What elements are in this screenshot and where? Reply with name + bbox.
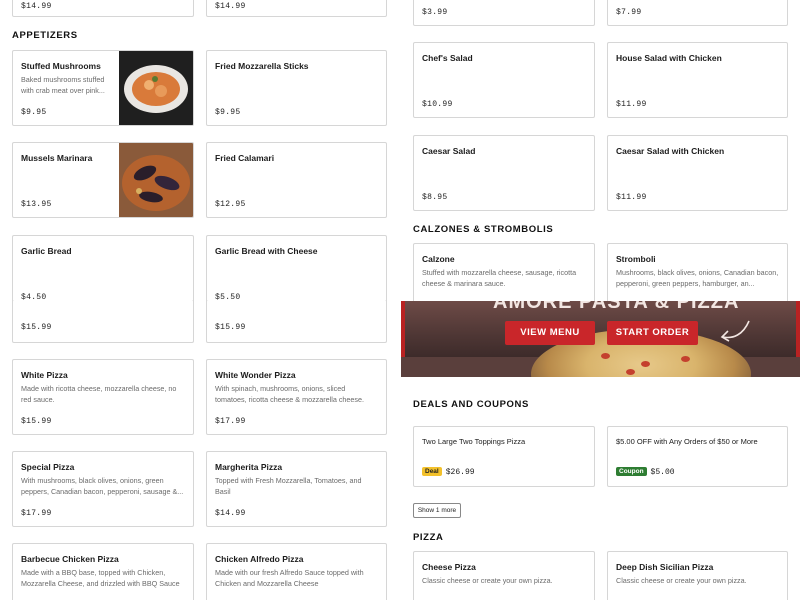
- deal-badge: Deal: [422, 467, 442, 477]
- item-title: Garlic Bread with Cheese: [215, 246, 318, 256]
- section-heading-appetizers: APPETIZERS: [12, 30, 78, 41]
- menu-item-card[interactable]: $7.99: [607, 0, 788, 26]
- item-price: $7.99: [616, 8, 642, 17]
- menu-item-card[interactable]: White Wonder Pizza With spinach, mushroo…: [206, 359, 387, 435]
- item-description: With mushrooms, black olives, onions, gr…: [21, 476, 184, 496]
- menu-item-card[interactable]: Chicken Alfredo Pizza Made with our fres…: [206, 543, 387, 600]
- item-title: Fried Calamari: [215, 153, 275, 163]
- menu-item-card[interactable]: Deep Dish Sicilian Pizza Classic cheese …: [607, 551, 788, 600]
- item-description: Made with our fresh Alfredo Sauce topped…: [215, 568, 364, 588]
- item-title: Special Pizza: [21, 462, 75, 472]
- menu-item-card[interactable]: $15.99: [206, 300, 387, 343]
- item-title: Barbecue Chicken Pizza: [21, 554, 119, 564]
- menu-item-card[interactable]: Fried Mozzarella Sticks $9.95: [206, 50, 387, 126]
- menu-item-card[interactable]: Special Pizza With mushrooms, black oliv…: [12, 451, 194, 527]
- item-price: $11.99: [616, 100, 647, 109]
- promo-edge: [796, 301, 800, 357]
- menu-item-card[interactable]: Barbecue Chicken Pizza Made with a BBQ b…: [12, 543, 194, 600]
- item-price: $14.99: [21, 2, 52, 11]
- item-description: Stuffed with mozzarella cheese, sausage,…: [422, 268, 577, 288]
- item-price: $15.99: [21, 323, 52, 332]
- item-price: $17.99: [215, 417, 246, 426]
- menu-item-card[interactable]: Cheese Pizza Classic cheese or create yo…: [413, 551, 595, 600]
- promo-banner: AMORE PASTA & PIZZA VIEW MENU START ORDE…: [401, 301, 800, 377]
- pizza-topping: [681, 356, 690, 362]
- view-menu-button[interactable]: VIEW MENU: [505, 321, 595, 345]
- section-heading-pizza: PIZZA: [413, 532, 444, 543]
- item-price: $14.99: [215, 2, 246, 11]
- item-description: Made with a BBQ base, topped with Chicke…: [21, 568, 180, 588]
- menu-item-card[interactable]: Caesar Salad $8.95: [413, 135, 595, 211]
- item-price: $15.99: [21, 417, 52, 426]
- promo-headline: AMORE PASTA & PIZZA: [493, 301, 740, 313]
- item-photo: [119, 143, 193, 217]
- promo-edge: [401, 301, 405, 357]
- item-title: Chef's Salad: [422, 53, 473, 63]
- menu-item-card[interactable]: $3.99: [413, 0, 595, 26]
- section-heading-calzones: CALZONES & STROMBOLIS: [413, 224, 554, 235]
- menu-item-card[interactable]: Caesar Salad with Chicken $11.99: [607, 135, 788, 211]
- menu-item-card[interactable]: $14.99: [206, 0, 387, 17]
- menu-item-card[interactable]: $14.99: [12, 0, 194, 17]
- item-description: Classic cheese or create your own pizza.: [616, 576, 747, 585]
- item-price: $13.95: [21, 200, 52, 209]
- menu-item-card[interactable]: $15.99: [12, 300, 194, 343]
- deal-card[interactable]: Two Large Two Toppings Pizza Deal $26.99: [413, 426, 595, 487]
- deal-price: $26.99: [445, 468, 475, 477]
- item-title: Garlic Bread: [21, 246, 72, 256]
- item-title: Fried Mozzarella Sticks: [215, 61, 309, 71]
- item-title: Stuffed Mushrooms: [21, 61, 101, 71]
- section-heading-deals: DEALS AND COUPONS: [413, 399, 529, 410]
- start-order-button[interactable]: START ORDER: [607, 321, 698, 345]
- item-price: $11.99: [616, 193, 647, 202]
- coupon-badge: Coupon: [616, 467, 647, 477]
- item-price: $14.99: [215, 509, 246, 518]
- item-description: Mushrooms, black olives, onions, Canadia…: [616, 268, 779, 288]
- deal-title: Two Large Two Toppings Pizza: [422, 437, 526, 446]
- item-price: $9.95: [21, 108, 47, 117]
- menu-item-card[interactable]: Fried Calamari $12.95: [206, 142, 387, 218]
- item-description: Topped with Fresh Mozzarella, Tomatoes, …: [215, 476, 362, 496]
- menu-item-card[interactable]: Calzone Stuffed with mozzarella cheese, …: [413, 243, 595, 303]
- menu-item-card[interactable]: Mussels Marinara $13.95: [12, 142, 194, 218]
- item-title: Caesar Salad: [422, 146, 476, 156]
- item-title: Caesar Salad with Chicken: [616, 146, 725, 156]
- item-description: Made with ricotta cheese, mozzarella che…: [21, 384, 177, 404]
- menu-item-card[interactable]: House Salad with Chicken $11.99: [607, 42, 788, 118]
- item-title: White Pizza: [21, 370, 68, 380]
- item-title: Chicken Alfredo Pizza: [215, 554, 304, 564]
- item-title: White Wonder Pizza: [215, 370, 296, 380]
- deal-title: $5.00 OFF with Any Orders of $50 or More: [616, 437, 758, 446]
- item-price: $8.95: [422, 193, 448, 202]
- item-title: Deep Dish Sicilian Pizza: [616, 562, 714, 572]
- show-more-button[interactable]: Show 1 more: [413, 503, 461, 518]
- menu-item-card[interactable]: Stromboli Mushrooms, black olives, onion…: [607, 243, 788, 303]
- menu-item-card[interactable]: Chef's Salad $10.99: [413, 42, 595, 118]
- item-description: Baked mushrooms stuffed with crab meat o…: [21, 75, 105, 95]
- pizza-topping: [641, 361, 650, 367]
- pizza-topping: [626, 369, 635, 375]
- item-title: House Salad with Chicken: [616, 53, 722, 63]
- item-title: Calzone: [422, 254, 455, 264]
- item-photo: [119, 51, 193, 125]
- menu-item-card[interactable]: White Pizza Made with ricotta cheese, mo…: [12, 359, 194, 435]
- item-price: $15.99: [215, 323, 246, 332]
- item-title: Stromboli: [616, 254, 656, 264]
- menu-item-card[interactable]: Margherita Pizza Topped with Fresh Mozza…: [206, 451, 387, 527]
- item-price: $3.99: [422, 8, 448, 17]
- deal-card[interactable]: $5.00 OFF with Any Orders of $50 or More…: [607, 426, 788, 487]
- pizza-topping: [601, 353, 610, 359]
- item-price: $9.95: [215, 108, 241, 117]
- item-price: $12.95: [215, 200, 246, 209]
- item-description: With spinach, mushrooms, onions, sliced …: [215, 384, 365, 404]
- item-title: Mussels Marinara: [21, 153, 93, 163]
- item-title: Cheese Pizza: [422, 562, 476, 572]
- item-description: Classic cheese or create your own pizza.: [422, 576, 553, 585]
- item-price: $10.99: [422, 100, 453, 109]
- arrow-icon: [720, 320, 750, 342]
- menu-item-card[interactable]: Stuffed Mushrooms Baked mushrooms stuffe…: [12, 50, 194, 126]
- item-price: $17.99: [21, 509, 52, 518]
- deal-price: $5.00: [650, 468, 675, 477]
- item-title: Margherita Pizza: [215, 462, 283, 472]
